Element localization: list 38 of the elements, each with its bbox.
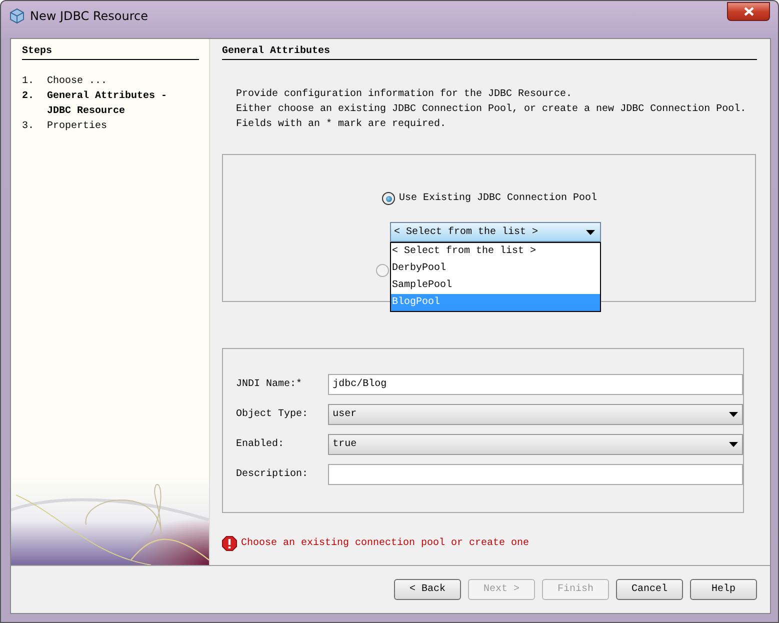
- close-button[interactable]: [727, 2, 770, 20]
- radio-label[interactable]: Use Existing JDBC Connection Pool: [399, 193, 598, 204]
- step-label: Choose ...: [47, 74, 108, 89]
- cube-icon: [9, 8, 25, 24]
- step-label: Properties: [47, 120, 108, 134]
- dropdown-option[interactable]: < Select from the list >: [391, 243, 600, 260]
- dropdown-arrow-icon: [729, 412, 738, 417]
- dropdown-arrow-icon: [586, 230, 595, 234]
- radio-button[interactable]: [382, 192, 395, 205]
- field-label: JNDI Name:*: [236, 379, 304, 390]
- step-number: 2.: [22, 90, 36, 104]
- close-icon: [744, 6, 754, 16]
- wizard-button[interactable]: Cancel: [616, 579, 683, 600]
- field-label: Description:: [236, 469, 310, 480]
- step-label: General Attributes - JDBC Resource: [47, 90, 168, 119]
- dropdown-arrow-icon: [729, 442, 738, 447]
- description-text: Fields with an * mark are required.: [236, 118, 448, 132]
- section-heading: General Attributes: [222, 46, 757, 60]
- error-message: Choose an existing connection pool or create one: [241, 538, 530, 549]
- radio-button[interactable]: [376, 264, 389, 277]
- description-text: Provide configuration information for the JDBC Resource.: [236, 88, 574, 102]
- field-label: Object Type:: [236, 409, 310, 420]
- step-number: 1.: [22, 75, 36, 89]
- step-number: 3.: [22, 120, 36, 134]
- description-text: Either choose an existing JDBC Connection Pool, or create a new JDBC Connection Pool.: [236, 102, 748, 117]
- dropdown-option[interactable]: SamplePool: [391, 277, 600, 294]
- window-title: New JDBC Resource: [30, 9, 148, 23]
- dropdown-field[interactable]: true: [328, 434, 743, 455]
- text-field[interactable]: jdbc/Blog: [328, 374, 743, 395]
- error-icon: [222, 536, 237, 551]
- wizard-button[interactable]: < Back: [394, 579, 461, 600]
- steps-heading: Steps: [22, 46, 199, 60]
- dropdown-option[interactable]: DerbyPool: [391, 260, 600, 277]
- text-field[interactable]: [328, 464, 743, 485]
- dropdown-field[interactable]: user: [328, 404, 743, 425]
- field-label: Enabled:: [236, 439, 286, 450]
- pool-dropdown[interactable]: < Select from the list >: [390, 222, 601, 242]
- wizard-button[interactable]: Help: [690, 579, 757, 600]
